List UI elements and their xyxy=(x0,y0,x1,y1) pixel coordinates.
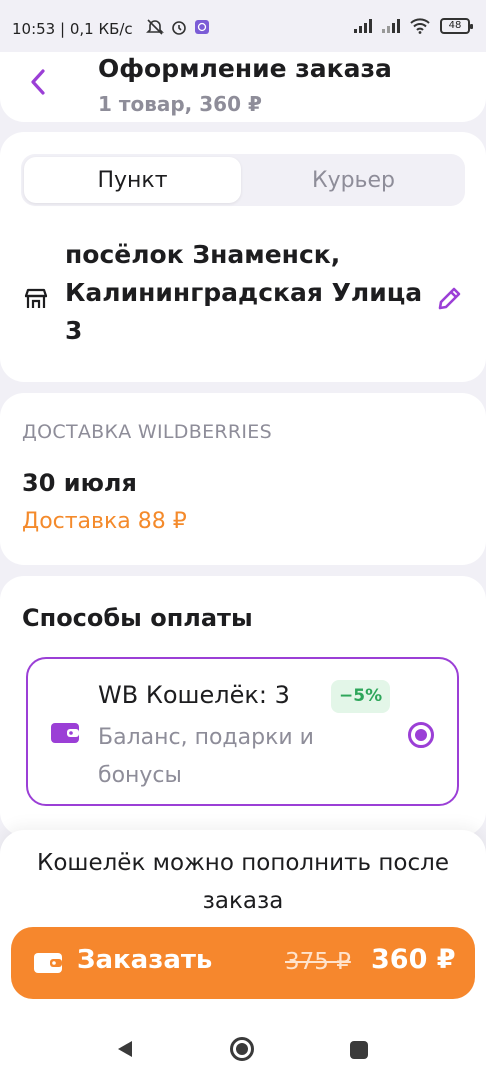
status-system-icons: 48 xyxy=(354,18,473,34)
payment-method-name: WB Кошелёк: 3 xyxy=(98,681,290,709)
status-notification-icons xyxy=(146,18,210,36)
address-card: Пункт Курьер посёлок Знаменск, Калинингр… xyxy=(0,132,486,382)
status-time: 10:53 | 0,1 КБ/с xyxy=(12,20,133,38)
header: Оформление заказа 1 товар, 360 ₽ xyxy=(0,52,486,122)
page-subtitle: 1 товар, 360 ₽ xyxy=(98,92,262,116)
status-bar: 10:53 | 0,1 КБ/с 48 xyxy=(0,0,486,52)
payment-radio-selected[interactable] xyxy=(408,722,434,748)
nav-home-icon[interactable] xyxy=(230,1037,254,1061)
tab-pickup[interactable]: Пункт xyxy=(24,157,241,203)
mute-icon xyxy=(146,19,164,35)
wallet-hint: Кошелёк можно пополнить после заказа xyxy=(37,850,449,914)
wifi-icon xyxy=(410,18,430,34)
edit-address-button[interactable] xyxy=(432,282,466,316)
page-title: Оформление заказа xyxy=(98,54,392,83)
payment-title: Способы оплаты xyxy=(22,604,253,632)
tab-courier[interactable]: Курьер xyxy=(245,157,462,203)
signal-2-icon xyxy=(382,19,400,33)
delivery-mode-switch: Пункт Курьер xyxy=(21,154,465,206)
payment-option-wallet[interactable]: WB Кошелёк: 3 −5% Баланс, подарки и бону… xyxy=(26,657,459,806)
store-icon xyxy=(24,288,48,308)
wallet-icon xyxy=(51,723,79,743)
payment-method-desc: Баланс, подарки и бонусы xyxy=(98,725,314,788)
chevron-left-icon xyxy=(31,69,45,95)
delivery-card: ДОСТАВКА WILDBERRIES 30 июля Доставка 88… xyxy=(0,393,486,565)
nav-back-icon[interactable] xyxy=(116,1039,134,1059)
delivery-label: ДОСТАВКА WILDBERRIES xyxy=(22,421,272,443)
nav-recents-icon[interactable] xyxy=(350,1041,368,1059)
signal-icon xyxy=(354,19,372,33)
alarm-icon xyxy=(172,21,186,35)
delivery-price: Доставка 88 ₽ xyxy=(22,509,187,534)
delivery-date: 30 июля xyxy=(22,469,137,497)
pencil-icon xyxy=(438,287,461,310)
viber-icon xyxy=(195,20,209,34)
discount-badge: −5% xyxy=(331,680,391,713)
back-button[interactable] xyxy=(22,66,54,98)
order-button[interactable]: Заказать 375 ₽ 360 ₽ xyxy=(11,927,475,999)
address-text: посёлок Знаменск, Калининградская Улица … xyxy=(65,240,423,345)
address-row[interactable]: посёлок Знаменск, Калининградская Улица … xyxy=(22,236,466,366)
system-nav-bar xyxy=(0,1015,486,1080)
new-price: 360 ₽ xyxy=(371,944,456,975)
order-label: Заказать xyxy=(77,945,213,975)
old-price: 375 ₽ xyxy=(285,949,351,975)
payment-card: Способы оплаты WB Кошелёк: 3 −5% Баланс,… xyxy=(0,576,486,836)
wallet-icon xyxy=(34,953,62,973)
battery-icon: 48 xyxy=(440,18,473,34)
